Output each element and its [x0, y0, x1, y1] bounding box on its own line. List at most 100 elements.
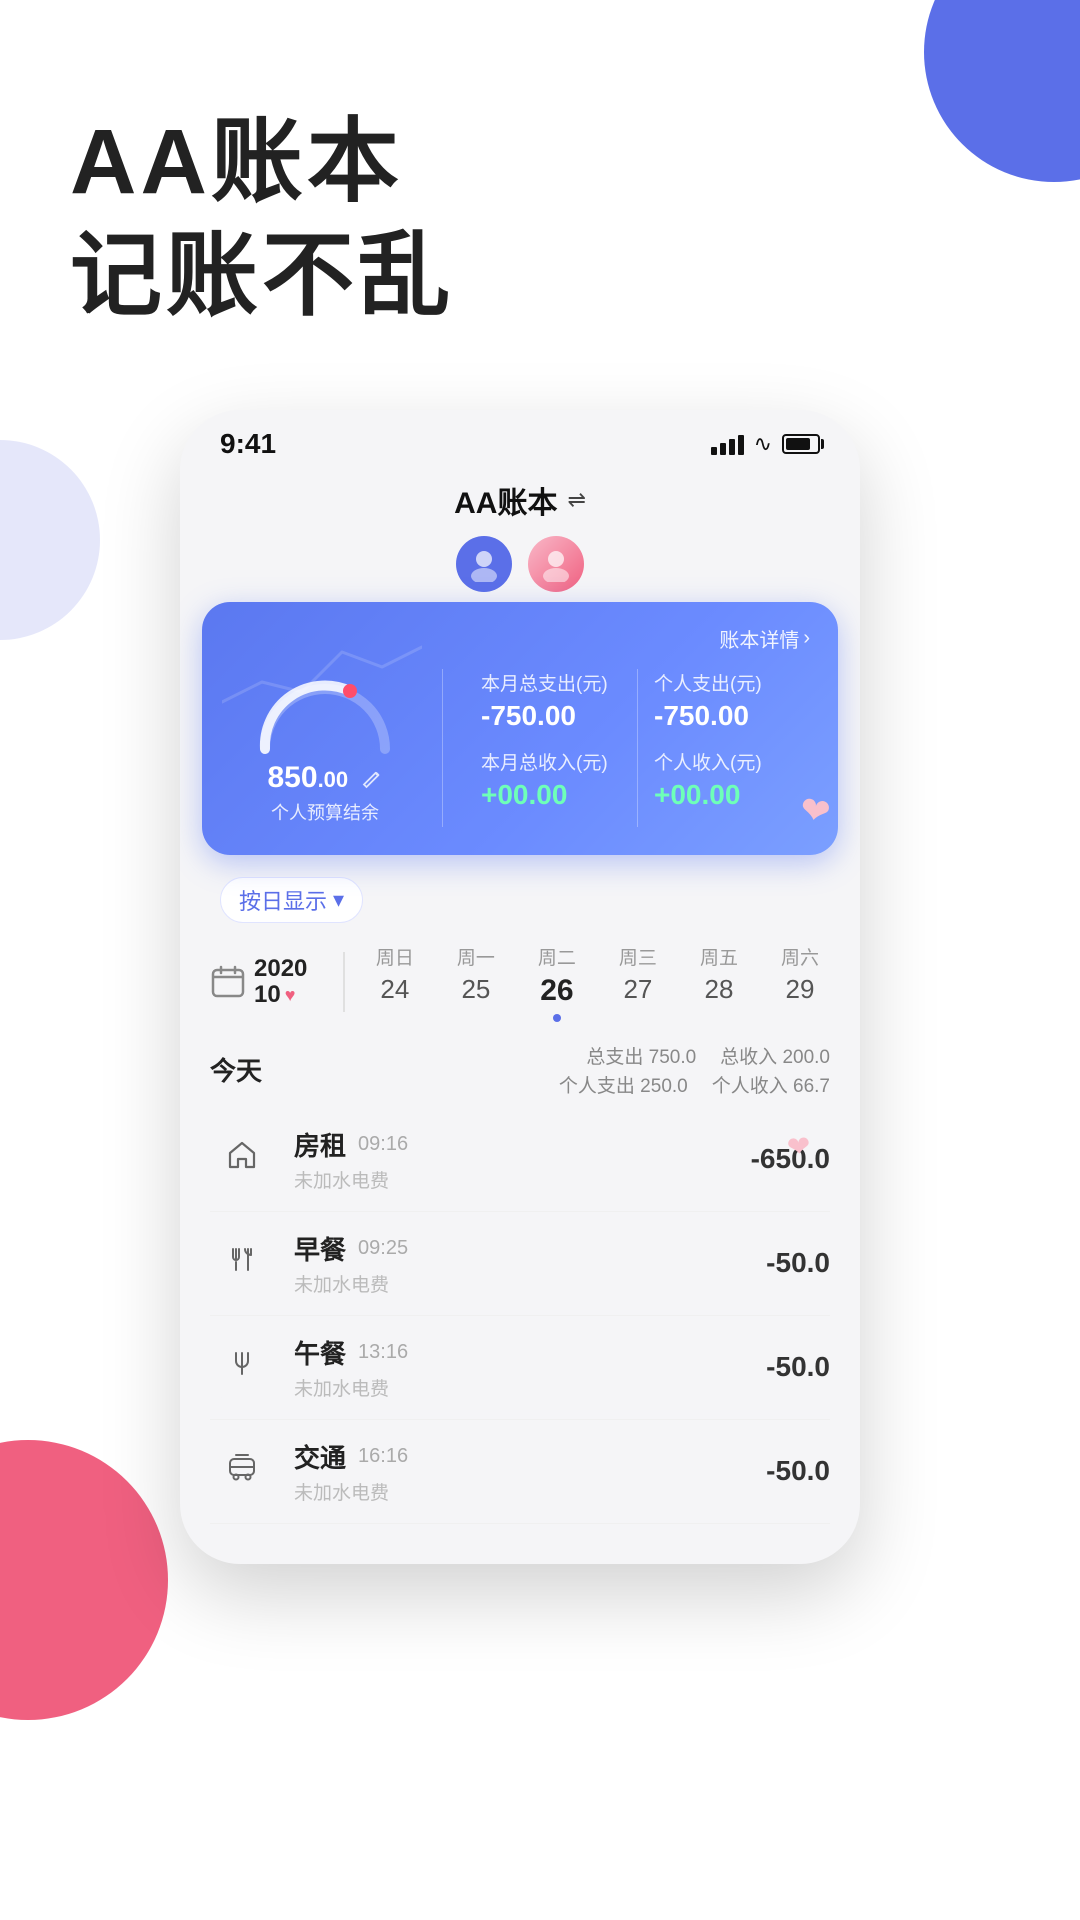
today-label: 今天 [210, 1051, 262, 1088]
week-day-26[interactable]: 周二26 [527, 943, 587, 1022]
bg-circle-left-mid [0, 440, 100, 640]
personal-expense-item: 个人支出(元) -750.00 [654, 669, 794, 732]
transaction-item[interactable]: 交通 16:16 未加水电费 -50.0 [210, 1420, 830, 1524]
transaction-item[interactable]: 房租 09:16 未加水电费 -650.0 [210, 1108, 830, 1212]
phone-mockup: 9:41 ∿ AA账本 ⇌ [180, 410, 860, 1564]
edit-icon[interactable] [361, 768, 383, 790]
total-expense-value: -750.00 [481, 700, 621, 732]
txn-amount: -50.0 [766, 1247, 830, 1279]
day-toggle-button[interactable]: 按日显示 ▾ [220, 877, 363, 923]
calendar-divider [343, 952, 345, 1012]
calendar-icon-wrapper: 2020 10 ♥ [210, 956, 307, 1009]
txn-category-icon [226, 1139, 258, 1179]
total-expense-label: 本月总支出(元) [481, 669, 621, 696]
personal-expense-label: 个人支出(元) [654, 669, 794, 696]
app-header-title: AA账本 [454, 478, 557, 522]
stats-divider-1 [442, 669, 443, 827]
deco-heart-2: ❤ [785, 1129, 811, 1164]
swap-icon[interactable]: ⇌ [567, 487, 585, 513]
txn-icon-wrapper [210, 1127, 274, 1191]
total-income-item: 本月总收入(元) +00.00 [481, 748, 621, 811]
personal-income-value: +00.00 [654, 779, 794, 811]
txn-sub: 未加水电费 [294, 1270, 766, 1297]
phone-mockup-wrapper: 9:41 ∿ AA账本 ⇌ [180, 410, 1000, 1564]
txn-amount: -50.0 [766, 1455, 830, 1487]
day-toggle-label: 按日显示 [239, 884, 327, 916]
calendar-icon[interactable] [210, 964, 246, 1000]
total-expense-item: 本月总支出(元) -750.00 [481, 669, 621, 732]
gauge-section: 850.00 个人预算结余 [230, 669, 420, 825]
txn-name: 早餐 [294, 1230, 346, 1267]
txn-sub: 未加水电费 [294, 1374, 766, 1401]
signal-icon [711, 433, 744, 455]
txn-details: 早餐 09:25 未加水电费 [294, 1230, 766, 1297]
stats-content: 850.00 个人预算结余 本月总支出(元) -750.00 [230, 669, 810, 827]
txn-name: 房租 [294, 1126, 346, 1163]
txn-name-row: 早餐 09:25 [294, 1230, 766, 1267]
transactions-section: 今天 总支出 750.0 总收入 200.0 个人支出 250.0 个人收入 6… [180, 1032, 860, 1524]
stats-col-right: 个人支出(元) -750.00 个人收入(元) +00.00 [638, 669, 810, 827]
avatar-row [180, 536, 860, 602]
txn-category-icon [226, 1243, 258, 1283]
txn-time: 09:16 [358, 1133, 408, 1156]
week-day-24[interactable]: 周日24 [365, 943, 425, 1022]
txn-icon-wrapper [210, 1335, 274, 1399]
total-income-label: 本月总收入(元) [481, 748, 621, 775]
stats-col-left: 本月总支出(元) -750.00 本月总收入(元) +00.00 [465, 669, 637, 827]
today-stats: 总支出 750.0 总收入 200.0 个人支出 250.0 个人收入 66.7 [559, 1042, 830, 1098]
month-heart-icon: ♥ [285, 985, 296, 1006]
txn-category-icon [226, 1451, 258, 1491]
txn-time: 13:16 [358, 1341, 408, 1364]
detail-link[interactable]: 账本详情 › [230, 624, 810, 653]
txn-name-row: 房租 09:16 [294, 1126, 751, 1163]
avatar-1[interactable] [456, 536, 512, 592]
calendar-month-block: 2020 10 ♥ [254, 956, 307, 1009]
txn-details: 房租 09:16 未加水电费 [294, 1126, 751, 1193]
hero-section: AA账本 记账不乱 [0, 0, 1080, 370]
battery-icon [782, 434, 820, 454]
personal-expense-value: -750.00 [654, 700, 794, 732]
week-days: 周日24 周一25 周二26 周三27 周五28 周六29 [365, 943, 830, 1022]
calendar-month-row: 10 ♥ [254, 982, 307, 1008]
txn-details: 午餐 13:16 未加水电费 [294, 1334, 766, 1401]
week-day-29[interactable]: 周六29 [770, 943, 830, 1022]
txn-details: 交通 16:16 未加水电费 [294, 1438, 766, 1505]
txn-sub: 未加水电费 [294, 1478, 766, 1505]
txn-icon-wrapper [210, 1439, 274, 1503]
hero-title-1: AA账本 [70, 110, 1020, 216]
app-header: AA账本 ⇌ [180, 468, 860, 536]
transaction-item[interactable]: 早餐 09:25 未加水电费 -50.0 [210, 1212, 830, 1316]
personal-income-label: 个人收入(元) [654, 748, 794, 775]
calendar-month: 10 [254, 982, 281, 1008]
personal-expense-stat: 个人支出 250.0 [559, 1071, 688, 1098]
personal-income-stat: 个人收入 66.7 [712, 1071, 830, 1098]
hero-title-2: 记账不乱 [70, 224, 1020, 330]
bg-circle-bottom-left [0, 1440, 168, 1720]
avatar-1-icon [466, 546, 502, 582]
total-expense-stat: 总支出 750.0 [586, 1042, 696, 1069]
stats-card: 账本详情 › [202, 602, 838, 855]
week-day-28[interactable]: 周五28 [689, 943, 749, 1022]
txn-name: 交通 [294, 1438, 346, 1475]
personal-income-item: 个人收入(元) +00.00 [654, 748, 794, 811]
gauge-svg [250, 669, 400, 759]
status-bar: 9:41 ∿ [180, 410, 860, 468]
week-day-25[interactable]: 周一25 [446, 943, 506, 1022]
txn-time: 09:25 [358, 1237, 408, 1260]
wifi-icon: ∿ [754, 431, 772, 457]
transaction-item[interactable]: 午餐 13:16 未加水电费 -50.0 [210, 1316, 830, 1420]
avatar-2[interactable] [528, 536, 584, 592]
gauge-value: 850.00 [268, 761, 383, 795]
calendar-section: 2020 10 ♥ 周日24 周一25 周二26 周三27 周五28 周六29 [180, 933, 860, 1032]
calendar-year: 2020 [254, 956, 307, 982]
transactions-list: 房租 09:16 未加水电费 -650.0 早餐 09:25 未加水电费 -50… [210, 1108, 830, 1524]
week-day-27[interactable]: 周三27 [608, 943, 668, 1022]
txn-category-icon [226, 1347, 258, 1387]
active-dot [553, 1014, 561, 1022]
gauge-label: 个人预算结余 [271, 799, 379, 825]
txn-icon-wrapper [210, 1231, 274, 1295]
avatar-2-icon [538, 546, 574, 582]
txn-sub: 未加水电费 [294, 1166, 751, 1193]
txn-time: 16:16 [358, 1445, 408, 1468]
today-header: 今天 总支出 750.0 总收入 200.0 个人支出 250.0 个人收入 6… [210, 1042, 830, 1098]
